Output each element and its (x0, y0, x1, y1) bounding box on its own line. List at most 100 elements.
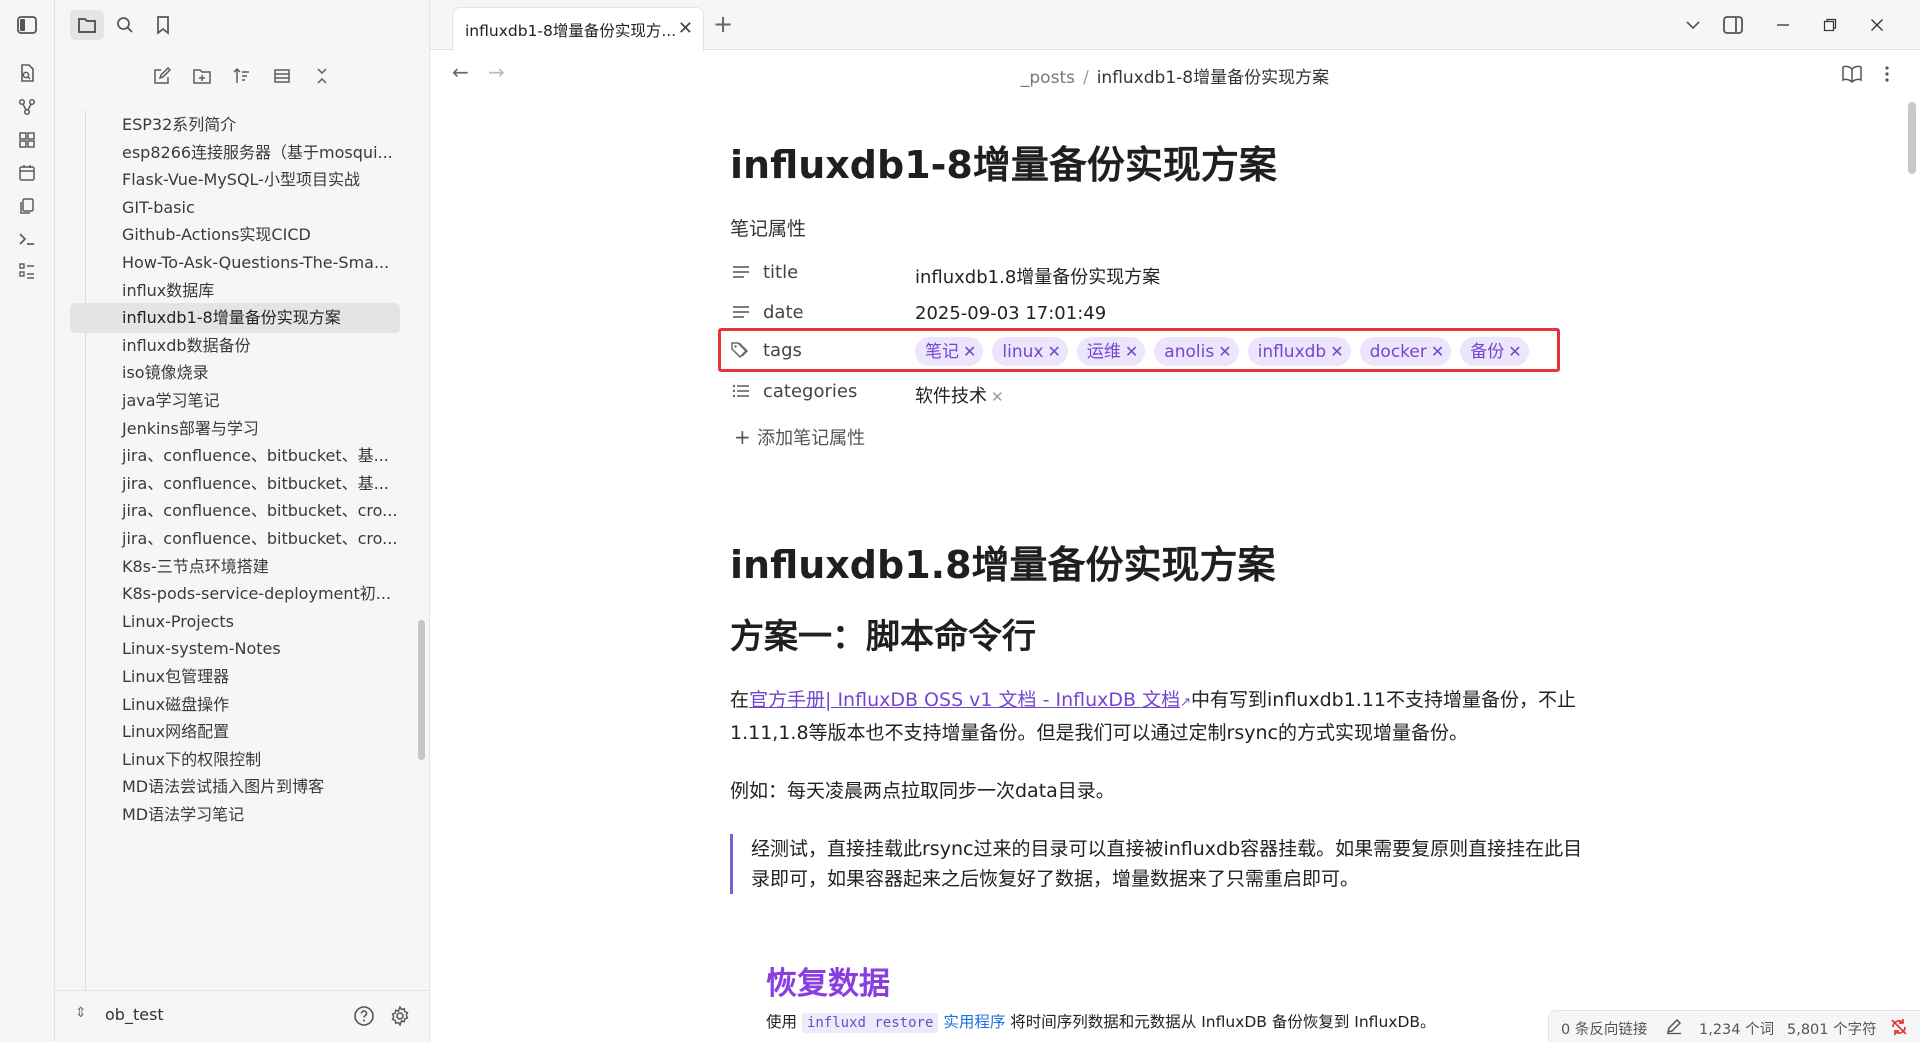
tag-pill[interactable]: 运维 ✕ (1076, 337, 1146, 366)
canvas-icon[interactable] (14, 127, 40, 153)
reading-view-icon[interactable] (1840, 62, 1864, 86)
remove-tag-icon[interactable]: ✕ (1047, 342, 1060, 361)
auto-reveal-icon[interactable] (268, 62, 296, 90)
templates-icon[interactable] (14, 193, 40, 219)
file-tree-item[interactable]: Linux包管理器 (70, 662, 400, 692)
file-tree-item[interactable]: MD语法学习笔记 (70, 800, 400, 830)
file-tree-item[interactable]: jira、confluence、bitbucket、基... (70, 469, 400, 499)
close-window-icon[interactable] (1864, 12, 1890, 38)
file-tree-item[interactable]: influx数据库 (70, 276, 400, 306)
minimize-window-icon[interactable] (1770, 12, 1796, 38)
property-value-title[interactable]: influxdb1.8增量备份实现方案 (915, 263, 1160, 289)
property-value-date[interactable]: 2025-09-03 17:01:49 (915, 303, 1106, 324)
file-tree-item[interactable]: esp8266连接服务器（基于mosqui... (70, 138, 400, 168)
tag-pill[interactable]: 笔记 ✕ (915, 337, 984, 366)
sidebar-scrollbar[interactable] (418, 620, 425, 760)
new-folder-icon[interactable] (188, 62, 216, 90)
property-title[interactable]: title influxdb1.8增量备份实现方案 (730, 256, 1600, 290)
property-key-tags[interactable]: tags (763, 340, 802, 361)
tag-pill[interactable]: anolis ✕ (1154, 337, 1239, 366)
add-property-button[interactable]: + 添加笔记属性 (734, 424, 865, 450)
tag-pill[interactable]: docker ✕ (1359, 337, 1452, 366)
files-tab-icon[interactable] (70, 10, 104, 40)
quick-switcher-icon[interactable] (14, 60, 40, 86)
vault-switcher-bar: ⇕ ob_test (55, 990, 430, 1042)
vault-name[interactable]: ob_test (105, 1005, 164, 1024)
sidebar-toggle-icon[interactable] (14, 12, 40, 38)
sort-icon[interactable] (228, 62, 256, 90)
property-value-categories[interactable]: 软件技术 ✕ (915, 382, 1004, 408)
remove-tag-icon[interactable]: ✕ (963, 342, 976, 361)
tag-pill[interactable]: 备份 ✕ (1460, 337, 1529, 366)
file-tree-item[interactable]: Linux-system-Notes (70, 634, 400, 664)
file-tree-item[interactable]: MD语法尝试插入图片到博客 (70, 772, 400, 802)
file-tree-item[interactable]: Linux-Projects (70, 607, 400, 637)
embed-text: 使用 influxd restore 实用程序 将时间序列数据和元数据从 Inf… (766, 1010, 1436, 1033)
bookmark-icon[interactable] (146, 10, 180, 40)
close-tab-icon[interactable]: ✕ (678, 18, 693, 39)
remove-tag-icon[interactable]: ✕ (1330, 342, 1343, 361)
search-icon[interactable] (108, 10, 142, 40)
file-tree-item[interactable]: iso镜像烧录 (70, 358, 400, 388)
property-tags[interactable]: tags 笔记 ✕ linux ✕ 运维 ✕ anolis ✕ influxdb ✕ docker ✕… (730, 334, 1600, 368)
right-sidebar-toggle-icon[interactable] (1720, 12, 1746, 38)
file-tree-item[interactable]: Jenkins部署与学习 (70, 414, 400, 444)
file-tree-item[interactable]: GIT-basic (70, 193, 400, 223)
file-tree-item[interactable]: Github-Actions实现CICD (70, 220, 400, 250)
file-tree-item[interactable]: Flask-Vue-MySQL-小型项目实战 (70, 165, 400, 195)
breadcrumb-folder[interactable]: _posts (1021, 68, 1075, 88)
property-key-title[interactable]: title (763, 262, 798, 283)
tag-label: linux (1002, 342, 1044, 362)
settings-gear-icon[interactable] (387, 1003, 413, 1029)
list-icon (730, 380, 752, 402)
add-property-label: 添加笔记属性 (757, 428, 866, 449)
remove-category-icon[interactable]: ✕ (991, 388, 1004, 406)
edit-mode-pencil-icon[interactable] (1665, 1017, 1683, 1035)
file-tree-item[interactable]: influxdb数据备份 (70, 331, 400, 361)
file-tree-item[interactable]: influxdb1-8增量备份实现方案 (70, 303, 400, 334)
file-tree-item[interactable]: java学习笔记 (70, 386, 400, 416)
remove-tag-icon[interactable]: ✕ (1125, 342, 1138, 361)
inline-title[interactable]: influxdb1-8增量备份实现方案 (730, 134, 1277, 189)
file-tree-item[interactable]: K8s-三节点环境搭建 (70, 552, 400, 582)
backlinks-count[interactable]: 0 条反向链接 (1561, 1018, 1647, 1039)
tag-pill[interactable]: influxdb ✕ (1247, 337, 1351, 366)
terminal-icon[interactable] (14, 226, 40, 252)
file-tree-item[interactable]: Linux下的权限控制 (70, 745, 400, 775)
help-icon[interactable] (351, 1003, 377, 1029)
calendar-icon[interactable] (14, 160, 40, 186)
file-tree-item[interactable]: Linux磁盘操作 (70, 690, 400, 720)
outline-list-icon[interactable] (14, 258, 40, 284)
remove-tag-icon[interactable]: ✕ (1431, 342, 1444, 361)
tab-list-chevron-icon[interactable] (1680, 12, 1706, 38)
remove-tag-icon[interactable]: ✕ (1508, 342, 1521, 361)
file-tree-item[interactable]: ESP32系列简介 (70, 110, 400, 140)
more-options-icon[interactable] (1875, 62, 1899, 86)
file-tree-item[interactable]: How-To-Ask-Questions-The-Sma... (70, 248, 400, 278)
paragraph-2: 例如：每天凌晨两点拉取同步一次data目录。 (730, 780, 1115, 802)
editor-scrollbar[interactable] (1908, 102, 1916, 174)
file-tree-item[interactable]: jira、confluence、bitbucket、基... (70, 441, 400, 471)
collapse-all-icon[interactable] (308, 62, 336, 90)
new-tab-icon[interactable]: + (713, 10, 733, 38)
embed-link[interactable]: 实用程序 (943, 1013, 1005, 1031)
properties-heading[interactable]: 笔记属性 (730, 214, 806, 241)
breadcrumb-file[interactable]: influxdb1-8增量备份实现方案 (1097, 68, 1329, 88)
sync-error-icon[interactable] (1889, 1017, 1909, 1037)
file-tree-item[interactable]: Linux网络配置 (70, 717, 400, 747)
file-tree-item[interactable]: jira、confluence、bitbucket、cro... (70, 496, 400, 526)
new-note-icon[interactable] (148, 62, 176, 90)
graph-view-icon[interactable] (14, 94, 40, 120)
remove-tag-icon[interactable]: ✕ (1218, 342, 1231, 361)
vault-chevron-icon[interactable]: ⇕ (75, 1005, 87, 1021)
restore-window-icon[interactable] (1817, 12, 1843, 38)
property-key-date[interactable]: date (763, 302, 804, 323)
file-tree-item[interactable]: K8s-pods-service-deployment初... (70, 579, 400, 609)
file-tree-item[interactable]: jira、confluence、bitbucket、cro... (70, 524, 400, 554)
property-key-categories[interactable]: categories (763, 381, 857, 402)
property-categories[interactable]: categories 软件技术 ✕ (730, 375, 1600, 409)
tab-active-note[interactable]: influxdb1-8增量备份实现方... ✕ (452, 7, 704, 51)
official-manual-link[interactable]: 官方手册| InfluxDB OSS v1 文档 - InfluxDB 文档 (749, 689, 1180, 711)
tag-pill[interactable]: linux ✕ (992, 337, 1068, 366)
property-date[interactable]: date 2025-09-03 17:01:49 (730, 296, 1600, 330)
